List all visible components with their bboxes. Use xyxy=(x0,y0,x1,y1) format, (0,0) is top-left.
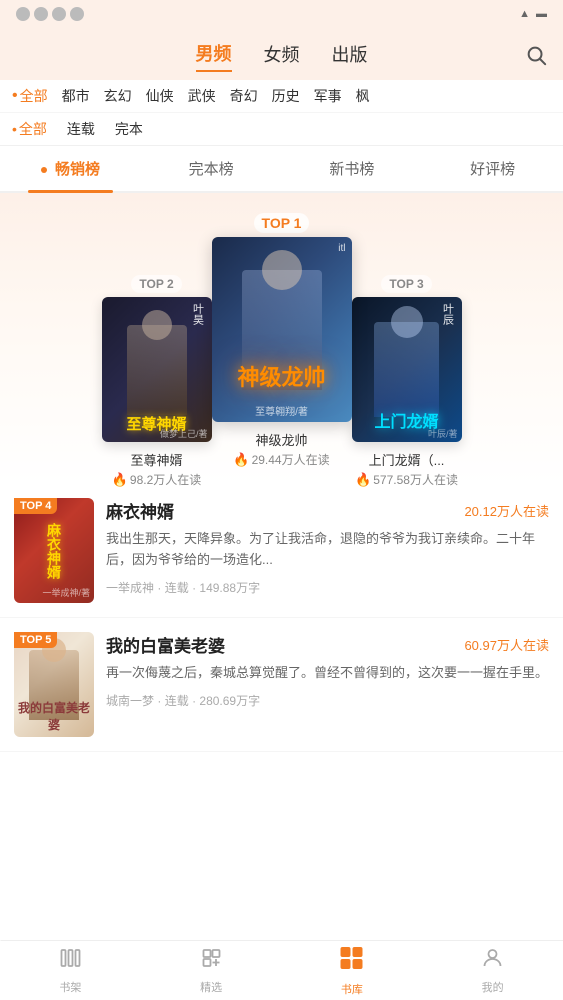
top4-meta: 一举成神 · 连载 · 149.88万字 xyxy=(106,579,549,596)
rank-tab-popular[interactable]: 畅销榜 xyxy=(0,146,141,191)
nav-featured[interactable]: 精选 xyxy=(141,941,282,1000)
genre-city[interactable]: 都市 xyxy=(62,86,90,106)
top3-cover: 叶辰 上门龙婿 叶辰/著 xyxy=(352,297,462,442)
top2-subtitle: 做梦上己/著 xyxy=(160,427,208,440)
book-list: 麻衣神婿 一举成神/著 TOP 4 麻衣神婿 20.12万人在读 我出生那天，天… xyxy=(0,484,563,752)
search-button[interactable] xyxy=(525,44,547,72)
genre-military[interactable]: 军事 xyxy=(314,86,342,106)
sub-ongoing[interactable]: 连载 xyxy=(67,119,95,139)
featured-icon xyxy=(199,946,223,976)
nav-profile-label: 我的 xyxy=(482,979,504,995)
main-tabs: 男频 女频 出版 xyxy=(0,36,563,80)
rank-tab-complete[interactable]: 完本榜 xyxy=(141,146,282,191)
top2-badge: TOP 2 xyxy=(131,275,181,293)
active-dot xyxy=(41,167,47,173)
ranking-tabs: 畅销榜 完本榜 新书榜 好评榜 xyxy=(0,146,563,193)
top2-cover: 叶昊 至尊神婿 做梦上己/著 xyxy=(102,297,212,442)
rank-tab-new[interactable]: 新书榜 xyxy=(282,146,423,191)
top1-author-overlay: 至尊翱翔/著 xyxy=(255,403,308,418)
top4-badge: TOP 4 xyxy=(14,498,57,514)
fire-icon-1: 🔥 xyxy=(233,452,249,468)
sub-all[interactable]: 全部 xyxy=(12,119,47,139)
genre-xian[interactable]: 仙侠 xyxy=(146,86,174,106)
top1-badge: TOP 1 xyxy=(254,213,310,233)
top2-card[interactable]: TOP 2 叶昊 至尊神婿 做梦上己/著 至尊神婿 🔥 98.2万人在读 xyxy=(102,275,212,488)
top3-readers: 🔥 577.58万人在读 xyxy=(355,471,458,488)
wifi-icon: ▲ xyxy=(519,8,530,20)
genre-all[interactable]: 全部 xyxy=(12,86,48,106)
top3-cover-wrap: 叶辰 上门龙婿 叶辰/著 xyxy=(352,297,462,442)
status-right: ▲ ▬ xyxy=(519,8,547,20)
nav-bookshelf[interactable]: 书架 xyxy=(0,941,141,1000)
top3-section: TOP 2 叶昊 至尊神婿 做梦上己/著 至尊神婿 🔥 98.2万人在读 xyxy=(0,193,563,484)
nav-featured-label: 精选 xyxy=(200,979,222,995)
top5-meta: 城南一梦 · 连载 · 280.69万字 xyxy=(106,692,549,709)
top1-readers: 🔥 29.44万人在读 xyxy=(233,451,329,468)
top3-title: 上门龙婿（... xyxy=(369,450,445,469)
tab-female[interactable]: 女频 xyxy=(264,41,300,71)
top2-readers: 🔥 98.2万人在读 xyxy=(112,471,202,488)
top5-cover-wrap: 我的白富美老婆 TOP 5 xyxy=(14,632,94,737)
top4-desc: 我出生那天，天降异象。为了让我活命，退隐的爷爷为我订亲续命。二十年后，因为爷爷给… xyxy=(106,529,549,571)
nav-library-label: 书库 xyxy=(341,981,363,997)
nav-profile[interactable]: 我的 xyxy=(422,941,563,1000)
status-dots xyxy=(16,7,84,21)
profile-icon xyxy=(481,946,505,976)
top4-readers: 20.12万人在读 xyxy=(464,501,549,520)
header: 男频 女频 出版 xyxy=(0,28,563,80)
genre-scifi[interactable]: 奇幻 xyxy=(230,86,258,106)
top4-cover-wrap: 麻衣神婿 一举成神/著 TOP 4 xyxy=(14,498,94,603)
top5-desc: 再一次侮蔑之后，秦城总算觉醒了。曾经不曾得到的，这次要一一握在手里。 xyxy=(106,663,549,684)
top4-info: 麻衣神婿 20.12万人在读 我出生那天，天降异象。为了让我活命，退隐的爷爷为我… xyxy=(106,498,549,603)
top5-readers: 60.97万人在读 xyxy=(464,635,549,654)
fire-icon-3: 🔥 xyxy=(355,472,371,488)
status-bar: ▲ ▬ xyxy=(0,0,563,28)
top2-cover-wrap: 叶昊 至尊神婿 做梦上己/著 xyxy=(102,297,212,442)
battery-icon: ▬ xyxy=(536,8,547,20)
top5-title-overlay: 我的白富美老婆 xyxy=(14,699,94,733)
genre-history[interactable]: 历史 xyxy=(272,86,300,106)
top1-cover: 神级龙帅 至尊翱翔/著 itl xyxy=(212,237,352,422)
top1-title-overlay: 神级龙帅 xyxy=(212,360,352,392)
rank-tab-rating[interactable]: 好评榜 xyxy=(422,146,563,191)
sub-filter: 全部 连载 完本 xyxy=(0,113,563,146)
bottom-nav: 书架 精选 书库 xyxy=(0,940,563,1000)
genre-fantasy[interactable]: 玄幻 xyxy=(104,86,132,106)
nav-bookshelf-label: 书架 xyxy=(59,979,81,995)
top5-title: 我的白富美老婆 xyxy=(106,632,225,657)
list-item-top5[interactable]: 我的白富美老婆 TOP 5 我的白富美老婆 60.97万人在读 再一次侮蔑之后，… xyxy=(0,618,563,752)
tab-publish[interactable]: 出版 xyxy=(332,41,368,71)
fire-icon-2: 🔥 xyxy=(112,472,128,488)
bookshelf-icon xyxy=(58,946,82,976)
genre-filter: 全部 都市 玄幻 仙侠 武侠 奇幻 历史 军事 枫 xyxy=(0,80,563,113)
list-item-top4[interactable]: 麻衣神婿 一举成神/著 TOP 4 麻衣神婿 20.12万人在读 我出生那天，天… xyxy=(0,484,563,618)
library-icon xyxy=(338,944,366,978)
top5-info: 我的白富美老婆 60.97万人在读 再一次侮蔑之后，秦城总算觉醒了。曾经不曾得到… xyxy=(106,632,549,737)
nav-library[interactable]: 书库 xyxy=(282,941,423,1000)
top3-card[interactable]: TOP 3 叶辰 上门龙婿 叶辰/著 上门龙婿（... 🔥 577.58万人在读 xyxy=(352,275,462,488)
genre-wuxia[interactable]: 武侠 xyxy=(188,86,216,106)
top4-title-row: 麻衣神婿 20.12万人在读 xyxy=(106,498,549,523)
top5-badge: TOP 5 xyxy=(14,632,57,648)
top4-title: 麻衣神婿 xyxy=(106,498,174,523)
sub-complete[interactable]: 完本 xyxy=(115,119,143,139)
top2-title: 至尊神婿 xyxy=(130,450,182,469)
tab-male[interactable]: 男频 xyxy=(196,40,232,72)
top1-cover-wrap: 神级龙帅 至尊翱翔/著 itl xyxy=(212,237,352,422)
top1-title: 神级龙帅 xyxy=(255,430,307,449)
top1-card[interactable]: TOP 1 神级龙帅 至尊翱翔/著 itl 神级龙帅 🔥 29.44万人在读 xyxy=(212,213,352,468)
top5-title-row: 我的白富美老婆 60.97万人在读 xyxy=(106,632,549,657)
genre-more[interactable]: 枫 xyxy=(356,86,370,106)
top3-badge: TOP 3 xyxy=(381,275,431,293)
